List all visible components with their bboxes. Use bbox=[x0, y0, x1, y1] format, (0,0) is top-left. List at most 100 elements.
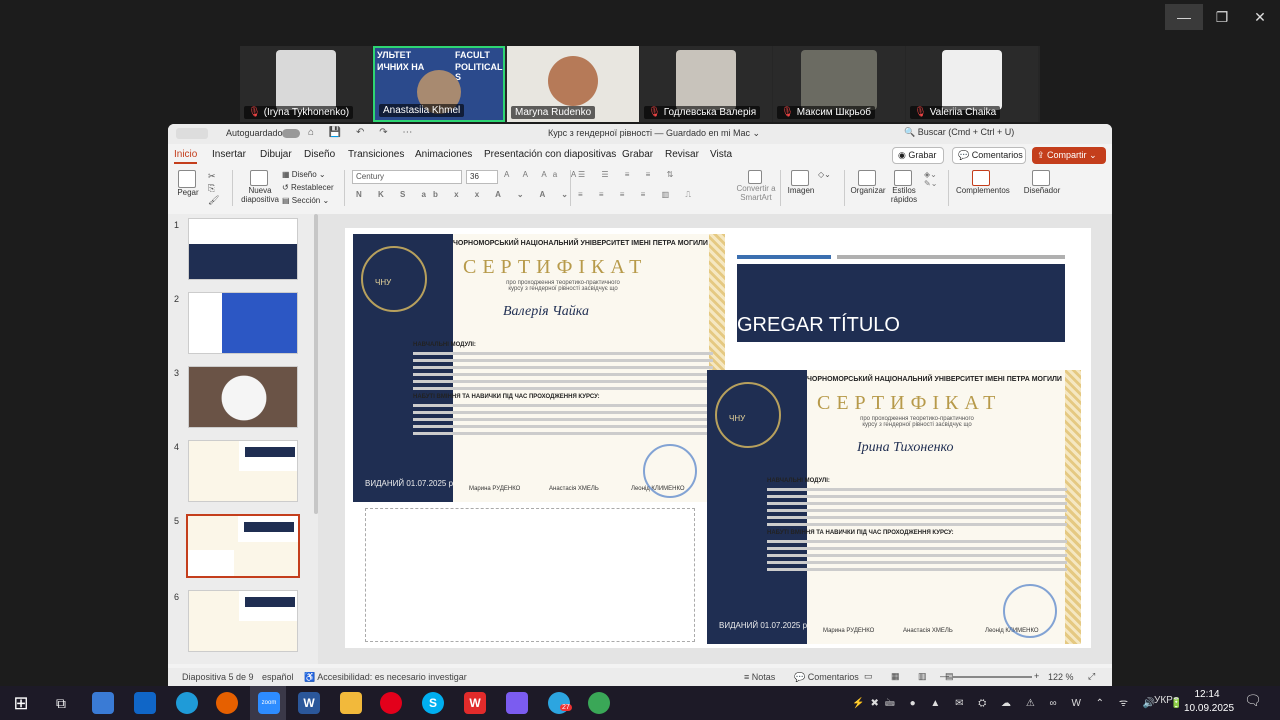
slide-thumbnail-5[interactable] bbox=[186, 514, 300, 578]
image-button[interactable]: Imagen bbox=[786, 170, 816, 195]
zoom-icon[interactable]: zoom bbox=[258, 692, 280, 714]
autosave-toggle[interactable] bbox=[282, 129, 300, 138]
arrange-icon bbox=[858, 170, 876, 186]
firefox-icon[interactable] bbox=[216, 692, 238, 714]
slide-number: 5 bbox=[174, 516, 180, 526]
notes-button[interactable]: ≡ Notas bbox=[744, 672, 775, 682]
format-buttons[interactable]: N K S ab x x A ⌄ A ⌄ bbox=[356, 190, 575, 199]
fill-outline-buttons[interactable]: ◈⌄ ✎⌄ bbox=[924, 170, 937, 188]
paste-button[interactable]: Pegar bbox=[176, 170, 200, 197]
slide[interactable]: GREGAR TÍTULO ЧНУ ЧОРНОМОРСЬКИЙ НАЦІОНАЛ… bbox=[345, 228, 1091, 648]
participant-tile[interactable]: 🎙 Valeriia Chaika bbox=[906, 46, 1038, 122]
section-button[interactable]: ▤ Sección ⌄ bbox=[282, 196, 329, 205]
file-explorer-icon[interactable] bbox=[340, 692, 362, 714]
document-title[interactable]: Курс з гендерної рівності — Guardado en … bbox=[548, 128, 760, 139]
slide-number: 1 bbox=[174, 220, 180, 230]
new-slide-button[interactable]: Nueva diapositiva bbox=[240, 170, 280, 204]
skills-heading: НАБУТІ ВМІННЯ ТА НАВИЧКИ ПІД ЧАС ПРОХОДЖ… bbox=[413, 394, 600, 400]
signature-2: Анастасія ХМЕЛЬ bbox=[549, 486, 599, 492]
align-buttons[interactable]: ≡ ≡ ≡ ≡ ▥ ⎍ bbox=[578, 190, 698, 200]
language-indicator[interactable]: español bbox=[262, 672, 294, 682]
font-select[interactable]: Century bbox=[352, 170, 462, 184]
tab-presentacion[interactable]: Presentación con diapositivas bbox=[484, 149, 616, 160]
maximize-button[interactable]: ❐ bbox=[1203, 4, 1241, 30]
word-icon[interactable]: W bbox=[298, 692, 320, 714]
certificate-title: СЕРТИФІКАТ bbox=[817, 392, 1002, 414]
font-size-select[interactable]: 36 bbox=[466, 170, 498, 184]
task-view-icon[interactable]: ⧉ bbox=[50, 692, 72, 714]
sidebar-toggle-icon[interactable] bbox=[176, 128, 208, 139]
record-button[interactable]: ◉ Grabar bbox=[892, 147, 944, 164]
certificate-image-2[interactable]: ЧНУ ЧОРНОМОРСЬКИЙ НАЦІОНАЛЬНИЙ УНІВЕРСИТ… bbox=[707, 370, 1081, 644]
copilot-icon[interactable] bbox=[506, 692, 528, 714]
slide-thumbnail-4[interactable] bbox=[188, 440, 298, 502]
tab-diseno[interactable]: Diseño bbox=[304, 149, 335, 160]
modules-heading: НАВЧАЛЬНІ МОДУЛІ: bbox=[413, 342, 476, 348]
wps-office-icon[interactable]: W bbox=[464, 692, 486, 714]
tab-dibujar[interactable]: Dibujar bbox=[260, 149, 292, 160]
tab-vista[interactable]: Vista bbox=[710, 149, 732, 160]
tab-inicio[interactable]: Inicio bbox=[174, 149, 198, 164]
close-button[interactable]: ✕ bbox=[1241, 4, 1279, 30]
status-bar: Diapositiva 5 de 9 español ♿ Accesibilid… bbox=[168, 668, 1112, 686]
quick-styles-icon bbox=[894, 170, 912, 186]
designer-icon bbox=[1032, 170, 1050, 186]
convert-smartart-button[interactable]: Convertir a SmartArt bbox=[734, 170, 778, 202]
skype-icon[interactable]: S bbox=[422, 692, 444, 714]
tab-transiciones[interactable]: Transiciones bbox=[348, 149, 404, 160]
paragraph-buttons[interactable]: ☰ ☰ ≡ ≡ ⇅ bbox=[578, 170, 680, 179]
participant-tile[interactable]: 🎙 Годлевська Валерія bbox=[640, 46, 772, 122]
edge-icon[interactable] bbox=[176, 692, 198, 714]
reset-button[interactable]: ↺ Restablecer bbox=[282, 183, 334, 192]
signature-1: Марина РУДЕНКО bbox=[469, 486, 521, 492]
tab-grabar[interactable]: Grabar bbox=[622, 149, 653, 160]
clipboard-tools[interactable]: ✂ ⎘ 🖌 bbox=[208, 170, 219, 206]
participant-tile[interactable]: 🎙 Максим Шкрьоб bbox=[773, 46, 905, 122]
tab-animaciones[interactable]: Animaciones bbox=[415, 149, 472, 160]
shapes-button[interactable]: ◇⌄ bbox=[818, 170, 831, 179]
layout-button[interactable]: ▦ Diseño ⌄ bbox=[282, 170, 326, 179]
designer-button[interactable]: Diseñador bbox=[1020, 170, 1064, 195]
modules-heading: НАВЧАЛЬНІ МОДУЛІ: bbox=[767, 478, 830, 484]
addins-button[interactable]: Complementos bbox=[956, 170, 1010, 195]
quick-styles-button[interactable]: Estilos rápidos bbox=[888, 170, 920, 204]
share-button[interactable]: ⇪ Compartir ⌄ bbox=[1032, 147, 1106, 164]
slide-canvas[interactable]: GREGAR TÍTULO ЧНУ ЧОРНОМОРСЬКИЙ НАЦІОНАЛ… bbox=[318, 214, 1112, 664]
participant-tile-active-speaker[interactable]: УЛЬТЕТ FACULT ИЧНИХ НА POLITICAL S Anast… bbox=[373, 46, 505, 122]
outlook-icon[interactable] bbox=[134, 692, 156, 714]
telegram-badge: 27 bbox=[560, 704, 572, 711]
university-emblem-icon bbox=[361, 246, 427, 312]
mic-muted-icon: 🎙 bbox=[914, 107, 927, 118]
arrange-button[interactable]: Organizar bbox=[850, 170, 886, 195]
search-input[interactable]: 🔍 Buscar (Cmd + Ctrl + U) bbox=[904, 127, 1084, 141]
certificate-image-1[interactable]: ЧНУ ЧОРНОМОРСЬКИЙ НАЦІОНАЛЬНИЙ УНІВЕРСИТ… bbox=[353, 234, 725, 502]
comments-button[interactable]: 💬 Comentarios bbox=[952, 147, 1026, 164]
slide-counter: Diapositiva 5 de 9 bbox=[182, 672, 254, 682]
slide-thumbnail-1[interactable] bbox=[188, 218, 298, 280]
slide-thumbnail-3[interactable] bbox=[188, 366, 298, 428]
clock[interactable]: 12:14 10.09.2025 bbox=[1184, 688, 1234, 716]
tab-revisar[interactable]: Revisar bbox=[665, 149, 699, 160]
system-tray-icons[interactable]: ⚡✖🖮 ● ▲ ✉ ⛭ ☁ ⚠ ∞ W ⌃ ᯤ 🔊 🔋 bbox=[852, 695, 1188, 713]
content-placeholder[interactable] bbox=[365, 508, 695, 642]
add-title-text[interactable]: GREGAR TÍTULO bbox=[737, 314, 900, 337]
keyboard-language[interactable]: УКР bbox=[1154, 695, 1173, 706]
windows-start-icon[interactable]: ⊞ bbox=[10, 692, 32, 714]
chrome-icon[interactable] bbox=[588, 692, 610, 714]
accessibility-status[interactable]: ♿ Accesibilidad: es necesario investigar bbox=[304, 672, 467, 683]
zoom-slider[interactable]: — + bbox=[940, 671, 1039, 681]
quick-access-icons[interactable]: ⌂ 💾 ↶ ↷ ⋯ bbox=[308, 127, 418, 138]
comments-toggle[interactable]: 💬 Comentarios bbox=[794, 672, 859, 683]
minimize-button[interactable]: — bbox=[1165, 4, 1203, 30]
tab-insertar[interactable]: Insertar bbox=[212, 149, 246, 160]
slide-number: 3 bbox=[174, 368, 180, 378]
zoom-level[interactable]: 122 % bbox=[1048, 672, 1074, 682]
slide-thumbnail-6[interactable] bbox=[188, 590, 298, 652]
opera-icon[interactable] bbox=[380, 692, 402, 714]
store-icon[interactable] bbox=[92, 692, 114, 714]
participant-tile[interactable]: Maryna Rudenko bbox=[507, 46, 639, 122]
participant-tile[interactable]: 🎙 (Iryna Tykhonenko) bbox=[240, 46, 372, 122]
notifications-icon[interactable]: 🗨 bbox=[1244, 692, 1262, 709]
slide-thumbnail-2[interactable] bbox=[188, 292, 298, 354]
fit-slide-icon[interactable]: ⤢ bbox=[1088, 671, 1095, 682]
